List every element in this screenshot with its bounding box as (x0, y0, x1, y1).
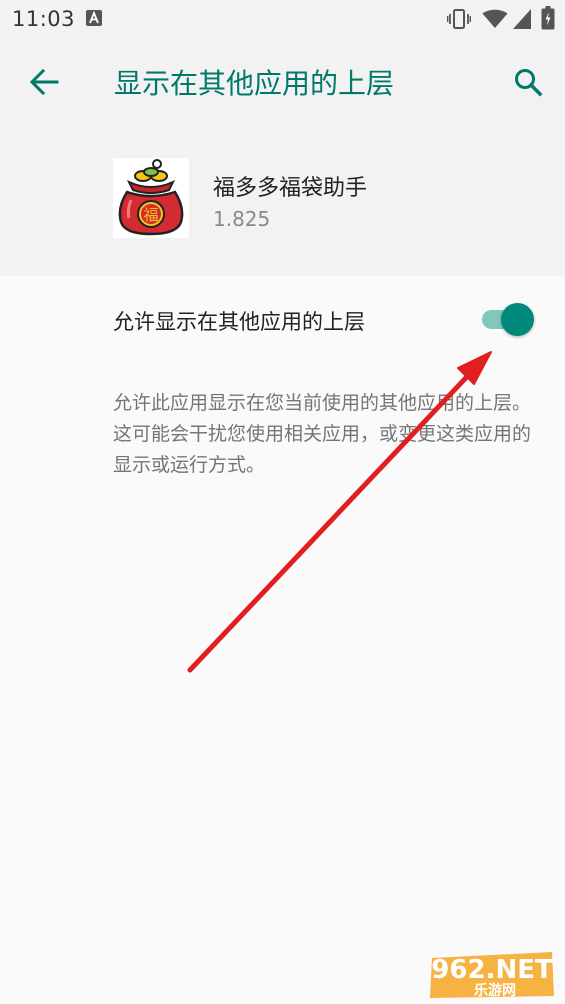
vibrate-icon (447, 9, 471, 29)
app-bar: 显示在其他应用的上层 (0, 38, 565, 126)
watermark-subtitle: 乐游网 (474, 983, 516, 999)
signal-icon (513, 9, 531, 29)
wifi-icon (482, 9, 508, 28)
setting-label: 允许显示在其他应用的上层 (113, 310, 365, 334)
overlay-permission-screen: 11:03 显示在其他应用的上层 福 福多多福袋助手 1.825 允许显示在其他… (0, 0, 565, 1004)
status-time: 11:03 (12, 7, 76, 31)
allow-overlay-toggle[interactable] (478, 303, 538, 336)
page-title: 显示在其他应用的上层 (114, 67, 395, 100)
allow-overlay-setting-row[interactable]: 允许显示在其他应用的上层 (0, 276, 565, 364)
arrow-back-icon (29, 68, 59, 96)
battery-icon (541, 6, 555, 30)
search-button[interactable] (504, 60, 552, 104)
search-icon (515, 69, 543, 97)
status-bar: 11:03 (0, 0, 565, 38)
a-icon (86, 10, 102, 26)
app-icon-character: 福 (143, 206, 158, 224)
app-name: 福多多福袋助手 (213, 176, 368, 201)
app-header: 福 福多多福袋助手 1.825 (0, 126, 565, 276)
setting-description: 允许此应用显示在您当前使用的其他应用的上层。这可能会干扰您使用相关应用，或变更这… (113, 392, 532, 476)
toggle-thumb (501, 303, 534, 336)
app-version: 1.825 (213, 207, 271, 231)
lucky-bag-app-icon: 福 (113, 158, 189, 238)
back-button[interactable] (20, 60, 68, 104)
